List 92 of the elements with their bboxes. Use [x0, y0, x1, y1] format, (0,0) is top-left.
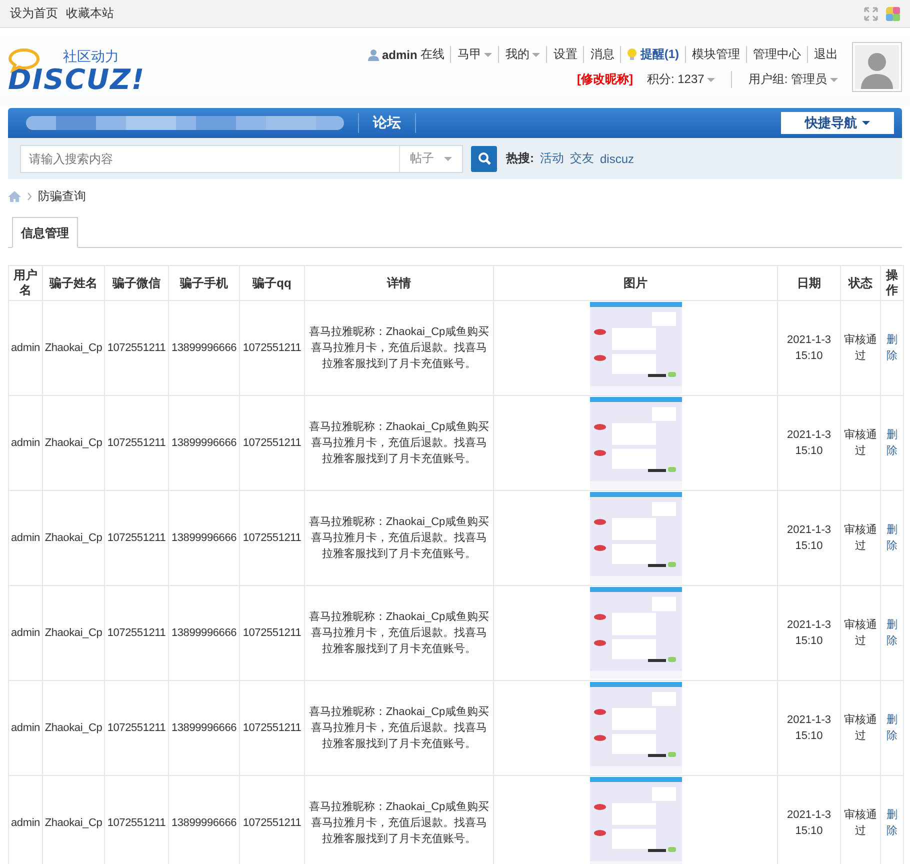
caret-icon: [707, 78, 716, 82]
caret-icon: [484, 52, 492, 56]
table-cell: 1072551211: [104, 680, 168, 776]
header-link[interactable]: 模块管理: [692, 46, 740, 63]
caret-icon: [532, 52, 540, 56]
menu-link[interactable]: 马甲: [457, 46, 482, 63]
column-header: 骗子手机: [168, 266, 240, 300]
column-header: 用户名: [8, 266, 42, 300]
table-cell: 1072551211: [240, 490, 304, 586]
notification-link[interactable]: 提醒(1): [640, 46, 679, 63]
column-header: 骗子姓名: [42, 266, 104, 300]
top-link[interactable]: 收藏本站: [66, 5, 114, 22]
lightbulb-icon: [627, 48, 638, 61]
color-palette-icon[interactable]: [886, 6, 900, 20]
fullscreen-icon[interactable]: [864, 6, 878, 20]
column-header: 操作: [880, 266, 904, 300]
table-cell: 13899996666: [168, 680, 240, 776]
table-cell: Zhaokai_Cp: [42, 396, 104, 490]
tab[interactable]: 信息管理: [12, 217, 78, 248]
table-cell: admin: [8, 680, 42, 776]
username-link[interactable]: admin: [382, 48, 418, 62]
table-cell: 1072551211: [240, 586, 304, 680]
logo[interactable]: DISCUZ!: [8, 66, 146, 94]
column-header: 骗子微信: [104, 266, 168, 300]
top-link[interactable]: 设为首页: [10, 5, 58, 22]
table-cell: Zhaokai_Cp: [42, 586, 104, 680]
table-cell: 2021-1-3 15:10: [778, 490, 840, 586]
table-cell: 1072551211: [240, 396, 304, 490]
search-type-dropdown[interactable]: 帖子: [399, 146, 462, 172]
table-cell: 1072551211: [240, 300, 304, 396]
hot-search-link[interactable]: 活动: [540, 150, 564, 167]
table-cell: 1072551211: [104, 490, 168, 586]
table-cell: 审核通过: [840, 300, 880, 396]
logo-tagline: 社区动力: [63, 48, 119, 66]
table-cell: 喜马拉雅昵称：Zhaokai_Cp咸鱼购买喜马拉雅月卡，充值后退款。找喜马拉雅客服找到了月卡充值账号。: [304, 680, 494, 776]
table-cell: admin: [8, 776, 42, 864]
chevron-icon: [27, 192, 32, 200]
table-cell: 喜马拉雅昵称：Zhaokai_Cp咸鱼购买喜马拉雅月卡，充值后退款。找喜马拉雅客服找到了月卡充值账号。: [304, 586, 494, 680]
table-cell: 1072551211: [104, 586, 168, 680]
hot-search-link[interactable]: 交友: [570, 150, 594, 167]
column-header: 详情: [304, 266, 494, 300]
table-cell: 喜马拉雅昵称：Zhaokai_Cp咸鱼购买喜马拉雅月卡，充值后退款。找喜马拉雅客服找到了月卡充值账号。: [304, 396, 494, 490]
edit-nickname-link[interactable]: [修改昵称]: [568, 71, 641, 88]
forum-tab[interactable]: 论坛: [373, 114, 401, 132]
table-cell: 1072551211: [240, 680, 304, 776]
hot-search-link[interactable]: discuz: [600, 152, 634, 166]
table-cell: 喜马拉雅昵称：Zhaokai_Cp咸鱼购买喜马拉雅月卡，充值后退款。找喜马拉雅客服找到了月卡充值账号。: [304, 490, 494, 586]
header-link[interactable]: 管理中心: [753, 46, 801, 63]
usergroup-link[interactable]: 用户组: 管理员: [748, 71, 827, 88]
table-cell: 审核通过: [840, 586, 880, 680]
points-link[interactable]: 积分: 1237: [646, 71, 704, 88]
table-cell: 13899996666: [168, 300, 240, 396]
table-cell: 审核通过: [840, 396, 880, 490]
header-link[interactable]: 退出: [814, 46, 838, 63]
table-cell: 13899996666: [168, 396, 240, 490]
online-status: 在线: [420, 46, 444, 63]
header-link[interactable]: 消息: [590, 46, 614, 63]
table-cell: 审核通过: [840, 680, 880, 776]
header-link[interactable]: 设置: [553, 46, 578, 63]
column-header: 状态: [840, 266, 880, 300]
table-cell: Zhaokai_Cp: [42, 680, 104, 776]
table-cell: Zhaokai_Cp: [42, 300, 104, 396]
user-icon: [368, 48, 379, 60]
table-cell: 喜马拉雅昵称：Zhaokai_Cp咸鱼购买喜马拉雅月卡，充值后退款。找喜马拉雅客服找到了月卡充值账号。: [304, 300, 494, 396]
quick-nav-button[interactable]: 快捷导航: [781, 112, 894, 134]
table-cell: 1072551211: [104, 300, 168, 396]
table-cell: Zhaokai_Cp: [42, 776, 104, 864]
hot-search-label: 热搜:: [506, 150, 534, 167]
table-cell: 2021-1-3 15:10: [778, 300, 840, 396]
table-cell: admin: [8, 300, 42, 396]
table-cell: 2021-1-3 15:10: [778, 586, 840, 680]
column-header: 日期: [778, 266, 840, 300]
table-cell: 1072551211: [104, 396, 168, 490]
table-cell: admin: [8, 586, 42, 680]
table-cell: 13899996666: [168, 490, 240, 586]
table-cell: 2021-1-3 15:10: [778, 396, 840, 490]
table-cell: admin: [8, 490, 42, 586]
column-header: 图片: [494, 266, 778, 300]
table-cell: admin: [8, 396, 42, 490]
search-field[interactable]: 请输入搜索内容 帖子: [20, 144, 463, 172]
table-cell: 2021-1-3 15:10: [778, 680, 840, 776]
table-cell: 审核通过: [840, 490, 880, 586]
search-icon: [478, 152, 490, 165]
table-cell: Zhaokai_Cp: [42, 490, 104, 586]
breadcrumb-link[interactable]: 防骗查询: [38, 188, 86, 204]
table-cell: 13899996666: [168, 586, 240, 680]
home-icon[interactable]: [8, 190, 21, 202]
avatar[interactable]: [852, 42, 902, 92]
menu-link[interactable]: 我的: [505, 46, 530, 63]
search-button[interactable]: [471, 146, 497, 172]
caret-icon: [830, 78, 838, 82]
column-header: 骗子qq: [240, 266, 304, 300]
